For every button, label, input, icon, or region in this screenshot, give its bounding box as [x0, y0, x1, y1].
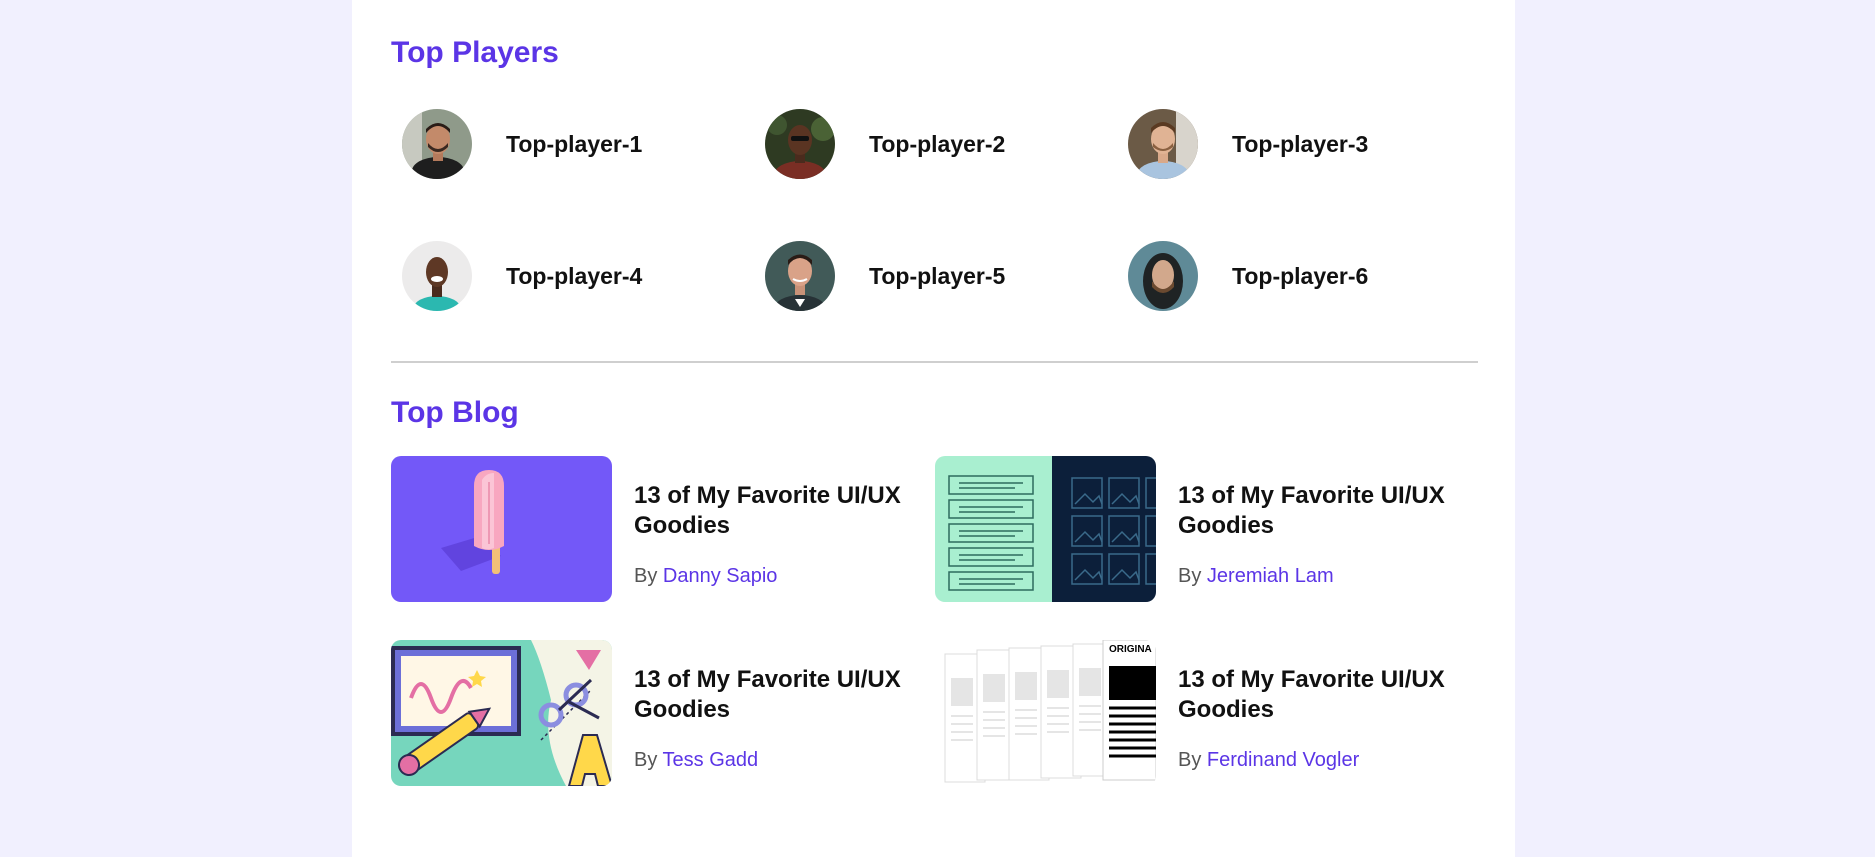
player-avatar	[765, 241, 835, 311]
player-name: Top-player-1	[506, 130, 643, 157]
by-label: By	[1178, 565, 1202, 587]
post-title[interactable]: 13 of My Favorite UI/UX Goodies	[634, 481, 934, 541]
by-label: By	[1178, 749, 1202, 771]
player-name: Top-player-4	[506, 262, 643, 289]
crafts-illustration[interactable]	[391, 640, 612, 786]
blog-post-card[interactable]: 13 of My Favorite UI/UX Goodies By Tess …	[391, 640, 931, 786]
main-content: Top Players Top-player-1 Top-player-2 To…	[352, 0, 1515, 857]
post-title[interactable]: 13 of My Favorite UI/UX Goodies	[1178, 665, 1478, 725]
player-card[interactable]: Top-player-2	[765, 108, 1065, 180]
post-byline: By Jeremiah Lam	[1178, 565, 1334, 588]
section-divider	[391, 361, 1478, 363]
player-card[interactable]: Top-player-6	[1128, 240, 1428, 312]
player-card[interactable]: Top-player-4	[402, 240, 702, 312]
blog-post-card[interactable]: 13 of My Favorite UI/UX Goodies By Danny…	[391, 456, 931, 602]
by-label: By	[634, 749, 658, 771]
author-link[interactable]: Danny Sapio	[663, 565, 778, 587]
post-byline: By Ferdinand Vogler	[1178, 749, 1359, 772]
player-name: Top-player-5	[869, 262, 1006, 289]
post-title[interactable]: 13 of My Favorite UI/UX Goodies	[634, 665, 934, 725]
author-link[interactable]: Tess Gadd	[663, 749, 759, 771]
player-avatar	[1128, 241, 1198, 311]
player-name: Top-player-3	[1232, 130, 1369, 157]
post-title[interactable]: 13 of My Favorite UI/UX Goodies	[1178, 481, 1478, 541]
post-byline: By Danny Sapio	[634, 565, 777, 588]
player-name: Top-player-6	[1232, 262, 1369, 289]
player-avatar	[1128, 109, 1198, 179]
player-card[interactable]: Top-player-3	[1128, 108, 1428, 180]
player-name: Top-player-2	[869, 130, 1006, 157]
player-card[interactable]: Top-player-1	[402, 108, 702, 180]
blog-post-card[interactable]: 13 of My Favorite UI/UX Goodies By Jerem…	[935, 456, 1475, 602]
popsicle-illustration[interactable]	[391, 456, 612, 602]
newspaper-stack-illustration[interactable]: ORIGINA	[935, 640, 1156, 786]
author-link[interactable]: Ferdinand Vogler	[1207, 749, 1359, 771]
player-card[interactable]: Top-player-5	[765, 240, 1065, 312]
author-link[interactable]: Jeremiah Lam	[1207, 565, 1334, 587]
thumb-masthead: ORIGINA	[1109, 644, 1152, 655]
player-avatar	[765, 109, 835, 179]
top-players-heading: Top Players	[391, 36, 559, 69]
post-byline: By Tess Gadd	[634, 749, 758, 772]
player-avatar	[402, 241, 472, 311]
by-label: By	[634, 565, 658, 587]
wireframe-illustration[interactable]	[935, 456, 1156, 602]
player-avatar	[402, 109, 472, 179]
blog-post-card[interactable]: ORIGINA 13 of My Favorite UI/UX Goodies …	[935, 640, 1475, 786]
top-blog-heading: Top Blog	[391, 396, 519, 429]
